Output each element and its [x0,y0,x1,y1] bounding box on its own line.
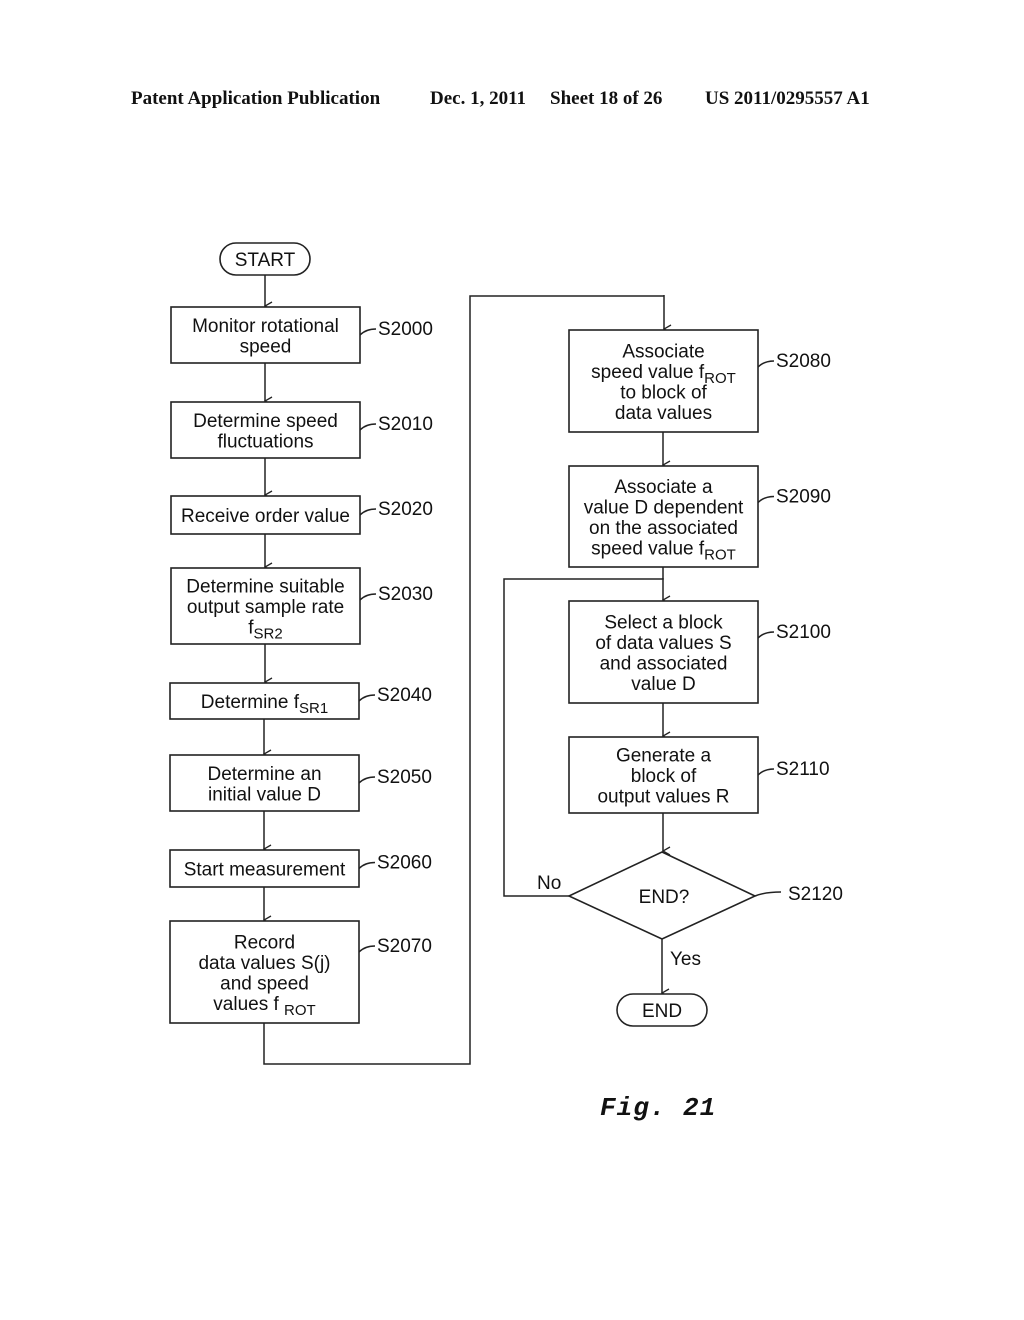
process-step-s2080: Associatespeed value fROTto block ofdata… [568,329,831,433]
step-text-line: Associate [622,341,704,362]
step-text-line: speed [240,336,292,357]
step-text-line: and associated [600,653,728,674]
decision-text: END? [639,887,690,908]
leader-line [358,861,376,870]
step-id-label: S2110 [776,759,830,780]
step-text-line: Receive order value [181,506,350,527]
yes-branch-label: Yes [670,949,701,970]
process-step-s2050: Determine aninitial value D S2050 [169,754,432,812]
step-id-label: S2040 [377,685,432,706]
process-step-s2040: Determine fSR1S2040 [169,682,432,720]
step-text-line: Monitor rotational [192,316,339,337]
process-step-s2070: Recorddata values S(j)and speedvalues f … [169,920,432,1024]
step-text-line: fluctuations [217,431,313,452]
step-text-line: Determine speed [193,411,338,432]
step-id-label: S2080 [776,351,831,372]
leader-line [359,593,377,601]
step-id-label: S2030 [378,584,433,605]
end-label: END [642,1001,682,1022]
step-text-line: Associate a [614,477,713,498]
step-text-line: value D [631,674,695,695]
step-text-line: data values S(j) [198,953,330,974]
process-step-s2010: Determine speedfluctuations S2010 [170,401,433,459]
figure-label: Fig. 21 [600,1093,717,1123]
step-text-line: output values R [597,787,729,808]
leader-line [359,423,377,431]
step-id-label: S2010 [378,414,433,435]
step-id-label: S2020 [378,499,433,520]
leader-line [754,891,782,897]
nodes: Monitor rotationalspeed S2000 Determine sp… [169,242,843,1027]
process-step-s2060: Start measurement S2060 [169,849,432,888]
step-id-label: S2090 [776,487,831,508]
start-label: START [235,250,296,271]
step-text-line: data values [615,403,712,424]
process-step-s2000: Monitor rotationalspeed S2000 [170,306,433,364]
step-text-line: Determine suitable [186,577,344,598]
decision-s2120: END? S2120 No Yes [537,851,843,970]
step-text-line: block of [631,766,697,787]
flowchart: Monitor rotationalspeed S2000 Determine sp… [169,242,843,1065]
step-text-line: output sample rate [187,597,344,618]
step-text-line: and speed [220,973,309,994]
step-text-line: on the associated [589,518,738,539]
step-id-label: S2100 [776,622,831,643]
leader-line [757,631,775,639]
step-id-label: S2120 [788,884,843,905]
step-id-label: S2000 [378,319,433,340]
step-id-label: S2070 [377,936,432,957]
process-step-s2090: Associate avalue D dependenton the assoc… [568,465,831,568]
step-text-line: Select a block [604,612,723,633]
process-step-s2030: Determine suitableoutput sample ratefSR2… [170,567,433,645]
leader-line [359,508,377,516]
leader-line [757,768,775,776]
step-text-line: initial value D [208,784,321,805]
step-id-label: S2060 [377,853,432,874]
leader-line [757,495,775,504]
step-text-line: to block of [620,382,707,403]
step-id-label: S2050 [377,767,432,788]
step-text-line: Record [234,932,295,953]
step-text-line: of data values S [595,633,731,654]
leader-line [358,776,376,784]
end-terminator: END [616,993,708,1027]
step-text-line: Generate a [616,746,711,767]
process-step-s2100: Select a blockof data values Sand associ… [568,600,831,704]
step-text-line: Start measurement [184,860,346,881]
process-step-s2110: Generate ablock ofoutput values R S2110 [568,736,830,814]
step-text-line: Determine an [207,764,321,785]
step-text-line: value D dependent [584,497,744,518]
process-step-s2020: Receive order value S2020 [170,495,433,535]
no-branch-label: No [537,873,561,894]
leader-line [358,694,376,702]
leader-line [757,360,775,368]
leader-line [358,945,376,953]
leader-line [359,328,377,336]
start-terminator: START [219,242,311,276]
